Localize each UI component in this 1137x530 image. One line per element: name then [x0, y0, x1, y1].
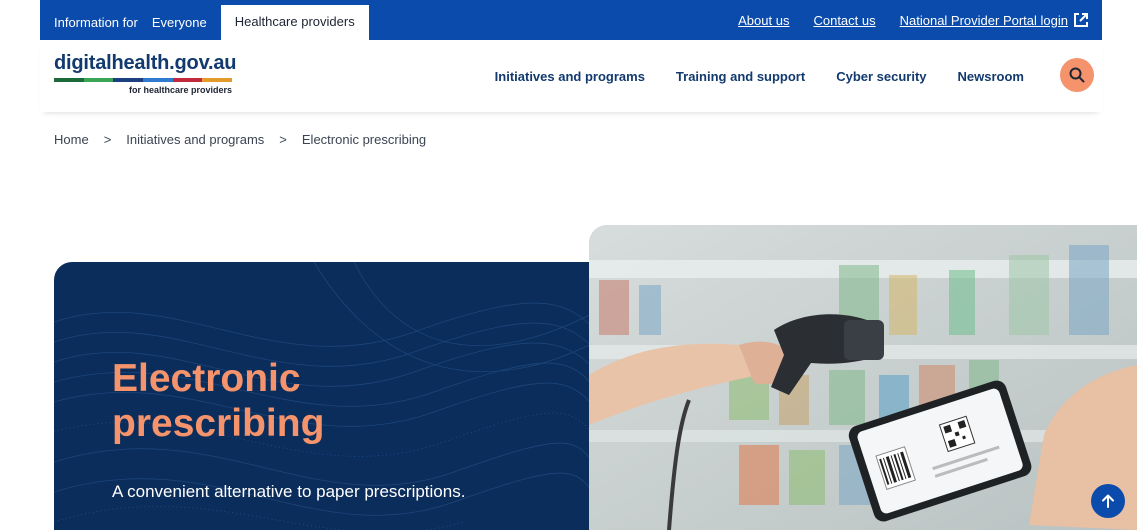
- breadcrumb-initiatives[interactable]: Initiatives and programs: [126, 132, 264, 147]
- logo-stripes: [54, 78, 233, 82]
- portal-login-link[interactable]: National Provider Portal login: [900, 13, 1068, 28]
- breadcrumb-home[interactable]: Home: [54, 132, 89, 147]
- hero-title: Electronic prescribing: [112, 356, 324, 446]
- nav-newsroom[interactable]: Newsroom: [958, 69, 1024, 84]
- barcode-scanner-phone-image: [589, 225, 1137, 530]
- breadcrumb-separator-icon: >: [103, 132, 112, 147]
- breadcrumb: Home > Initiatives and programs > Electr…: [54, 132, 426, 147]
- portal-login-link-wrap[interactable]: National Provider Portal login: [900, 13, 1088, 28]
- utility-links: About us Contact us National Provider Po…: [738, 0, 1088, 40]
- tab-everyone[interactable]: Everyone: [138, 15, 221, 40]
- main-navigation: Initiatives and programs Training and su…: [495, 40, 1024, 112]
- search-icon: [1069, 67, 1085, 83]
- back-to-top-button[interactable]: [1091, 484, 1125, 518]
- nav-training-and-support[interactable]: Training and support: [676, 69, 805, 84]
- breadcrumb-separator-icon: >: [279, 132, 287, 147]
- hero-card: Electronic prescribing A convenient alte…: [54, 262, 614, 530]
- hero-image: [589, 225, 1137, 530]
- nav-cyber-security[interactable]: Cyber security: [836, 69, 926, 84]
- hero-title-line-1: Electronic: [112, 357, 301, 400]
- hero-subtitle: A convenient alternative to paper prescr…: [112, 482, 466, 501]
- contact-us-link[interactable]: Contact us: [813, 13, 875, 28]
- arrow-up-icon: [1102, 494, 1114, 508]
- audience-switcher: Information for Everyone Healthcare prov…: [40, 0, 369, 40]
- about-us-link[interactable]: About us: [738, 13, 789, 28]
- hero-title-line-2: prescribing: [112, 402, 325, 445]
- utility-bar: Information for Everyone Healthcare prov…: [40, 0, 1102, 40]
- logo-text: digitalhealth.gov.au: [54, 52, 237, 74]
- logo-subtitle: for healthcare providers: [128, 85, 232, 95]
- external-link-icon: [1074, 13, 1088, 27]
- information-for-label: Information for: [54, 15, 138, 30]
- tab-healthcare-providers[interactable]: Healthcare providers: [220, 5, 369, 40]
- breadcrumb-current: Electronic prescribing: [301, 132, 427, 147]
- search-button[interactable]: [1060, 58, 1094, 92]
- site-logo[interactable]: digitalhealth.gov.au for healthcare prov…: [54, 52, 237, 95]
- nav-initiatives-and-programs[interactable]: Initiatives and programs: [495, 69, 645, 84]
- site-header: digitalhealth.gov.au for healthcare prov…: [40, 40, 1102, 112]
